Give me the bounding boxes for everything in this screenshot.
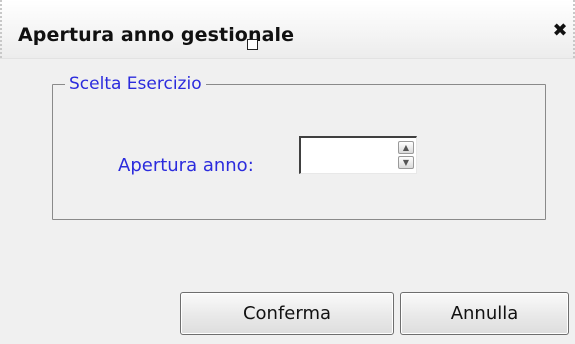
dialog-window: Apertura anno gestionale ✖ Scelta Eserci… — [0, 0, 575, 344]
resize-handle-icon[interactable] — [247, 39, 258, 50]
close-icon[interactable]: ✖ — [551, 22, 569, 40]
dialog-titlebar[interactable]: Apertura anno gestionale ✖ — [0, 0, 575, 59]
confirm-button[interactable]: Conferma — [180, 292, 394, 335]
year-input[interactable] — [303, 140, 387, 170]
spin-down-button[interactable]: ▼ — [398, 156, 414, 169]
cancel-button[interactable]: Annulla — [400, 292, 569, 335]
spin-up-button[interactable]: ▲ — [398, 141, 414, 154]
year-spinner: ▲ ▼ — [299, 136, 417, 174]
group-legend: Scelta Esercizio — [69, 74, 202, 94]
apertura-anno-label: Apertura anno: — [118, 155, 254, 176]
